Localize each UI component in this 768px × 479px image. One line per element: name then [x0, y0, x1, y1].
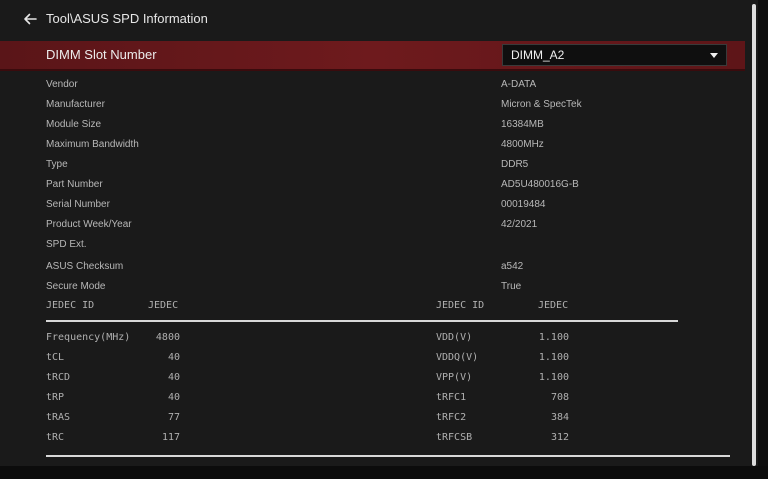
- timing-value: 117: [161, 432, 180, 443]
- timing-name: VPP(V): [436, 372, 473, 383]
- timing-value: 77: [167, 412, 180, 423]
- bottom-bar: [0, 466, 768, 479]
- timing-name: Frequency(MHz): [46, 332, 131, 343]
- info-row-part-number: Part Number AD5U480016G-B: [0, 175, 740, 195]
- timing-value: 40: [167, 372, 180, 383]
- info-label: Secure Mode: [46, 281, 106, 292]
- timing-name: VDD(V): [436, 332, 473, 343]
- info-label: Part Number: [46, 179, 103, 190]
- info-row-product-week-year: Product Week/Year 42/2021: [0, 215, 740, 235]
- timing-name: tRC: [46, 432, 65, 443]
- info-value: 00019484: [501, 199, 546, 210]
- dimm-slot-dropdown[interactable]: DIMM_A2: [502, 44, 727, 66]
- info-row-manufacturer: Manufacturer Micron & SpecTek: [0, 95, 740, 115]
- info-label: Serial Number: [46, 199, 110, 210]
- right-jedec-id-header: JEDEC ID: [436, 300, 485, 311]
- info-value: 16384MB: [501, 119, 544, 130]
- timing-row-frequency: Frequency(MHz) 4800: [46, 332, 186, 352]
- dimm-slot-selected: DIMM_A2: [511, 48, 565, 62]
- info-label: Type: [46, 159, 68, 170]
- info-row-module-size: Module Size 16384MB: [0, 115, 740, 135]
- info-row-secure-mode: Secure Mode True: [0, 277, 740, 297]
- timing-name: tRCD: [46, 372, 71, 383]
- timing-name: tRFC2: [436, 412, 467, 423]
- info-row-type: Type DDR5: [0, 155, 740, 175]
- info-row-max-bandwidth: Maximum Bandwidth 4800MHz: [0, 135, 740, 155]
- timing-value: 40: [167, 352, 180, 363]
- table-bottom-divider: [46, 455, 730, 457]
- info-label: SPD Ext.: [46, 239, 87, 250]
- info-label: Product Week/Year: [46, 219, 132, 230]
- info-value: Micron & SpecTek: [501, 99, 582, 110]
- info-row-vendor: Vendor A-DATA: [0, 75, 740, 95]
- timing-row-tcl: tCL 40: [46, 352, 186, 372]
- timing-name: VDDQ(V): [436, 352, 479, 363]
- timing-value: 4800: [155, 332, 180, 343]
- back-arrow-icon[interactable]: [22, 11, 38, 27]
- chevron-down-icon: [710, 53, 718, 58]
- timing-value: 40: [167, 392, 180, 403]
- info-label: Module Size: [46, 119, 102, 130]
- page-header: Tool\ASUS SPD Information: [0, 0, 750, 38]
- info-value: a542: [501, 261, 524, 272]
- timing-row-vdd: VDD(V) 1.100: [436, 332, 576, 352]
- timing-value: 1.100: [538, 352, 569, 363]
- right-jedec-header: JEDEC: [538, 300, 569, 311]
- info-label: ASUS Checksum: [46, 261, 124, 272]
- timing-row-vddq: VDDQ(V) 1.100: [436, 352, 576, 372]
- info-row-asus-checksum: ASUS Checksum a542: [0, 257, 740, 277]
- info-value: AD5U480016G-B: [501, 179, 579, 190]
- timing-row-trp: tRP 40: [46, 392, 186, 412]
- info-value: DDR5: [501, 159, 529, 170]
- timing-name: tRFC1: [436, 392, 467, 403]
- info-value: 42/2021: [501, 219, 538, 230]
- timing-row-trc: tRC 117: [46, 432, 186, 452]
- timing-row-tras: tRAS 77: [46, 412, 186, 432]
- timing-name: tCL: [46, 352, 65, 363]
- timing-row-trcd: tRCD 40: [46, 372, 186, 392]
- info-label: Manufacturer: [46, 99, 105, 110]
- window-edge: [758, 0, 768, 479]
- timing-row-trfc2: tRFC2 384: [436, 412, 576, 432]
- timing-value: 1.100: [538, 332, 569, 343]
- dimm-slot-row: DIMM Slot Number DIMM_A2: [0, 41, 745, 71]
- timing-value: 384: [550, 412, 569, 423]
- timing-value: 708: [550, 392, 569, 403]
- info-value: A-DATA: [501, 79, 537, 90]
- timing-name: tRFCSB: [436, 432, 473, 443]
- info-row-serial-number: Serial Number 00019484: [0, 195, 740, 215]
- spd-info-panel: Tool\ASUS SPD Information DIMM Slot Numb…: [0, 0, 758, 466]
- info-row-spd-ext: SPD Ext.: [0, 235, 740, 255]
- left-jedec-header: JEDEC: [148, 300, 179, 311]
- timing-row-trfc1: tRFC1 708: [436, 392, 576, 412]
- timing-row-vpp: VPP(V) 1.100: [436, 372, 576, 392]
- info-label: Vendor: [46, 79, 78, 90]
- info-value: True: [501, 281, 522, 292]
- timing-name: tRAS: [46, 412, 71, 423]
- timing-name: tRP: [46, 392, 65, 403]
- info-value: 4800MHz: [501, 139, 544, 150]
- table-header-divider: [46, 320, 678, 322]
- left-jedec-id-header: JEDEC ID: [46, 300, 95, 311]
- dimm-slot-label: DIMM Slot Number: [46, 47, 157, 62]
- timing-row-trfcsb: tRFCSB 312: [436, 432, 576, 452]
- vertical-scrollbar[interactable]: [752, 4, 756, 466]
- page-title: Tool\ASUS SPD Information: [46, 11, 208, 26]
- info-label: Maximum Bandwidth: [46, 139, 139, 150]
- timing-value: 1.100: [538, 372, 569, 383]
- timing-value: 312: [550, 432, 569, 443]
